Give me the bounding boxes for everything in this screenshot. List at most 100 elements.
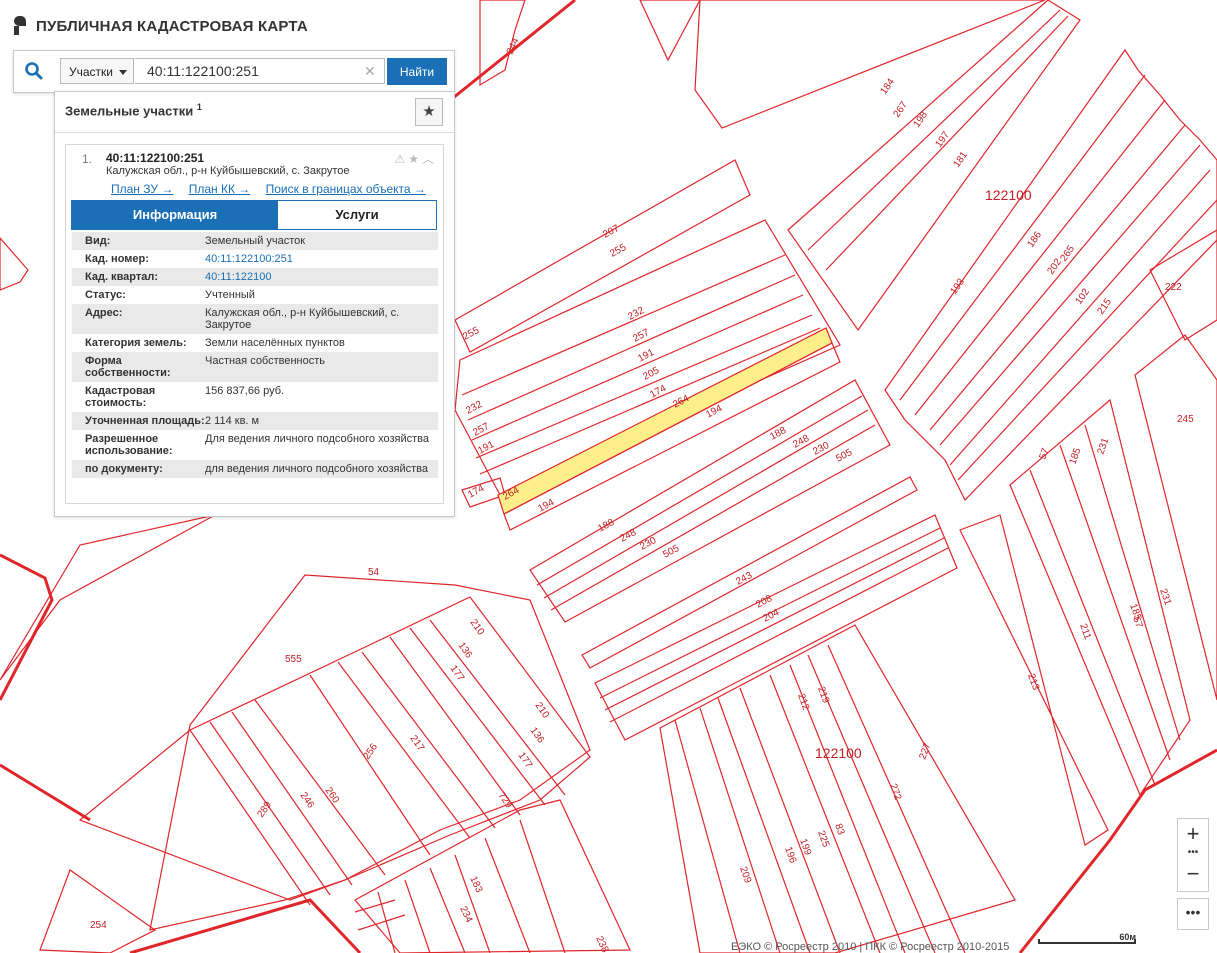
svg-text:193: 193 xyxy=(948,276,967,296)
rosreestr-logo-icon xyxy=(14,16,28,36)
info-row: Кад. номер: 40:11:122100:251 xyxy=(72,250,438,268)
info-value-link[interactable]: 40:11:122100:251 xyxy=(205,253,438,265)
parcel xyxy=(0,237,29,291)
tab-services[interactable]: Услуги xyxy=(278,201,436,229)
info-row: Адрес: Калужская обл., р-н Куйбышевский, … xyxy=(72,304,438,334)
info-key: Кад. номер: xyxy=(85,253,149,265)
parcel xyxy=(78,596,591,901)
parcel-stripes-e xyxy=(1029,424,1181,786)
svg-text:186: 186 xyxy=(1025,229,1044,249)
svg-text:230: 230 xyxy=(811,440,831,458)
info-row: Вид: Земельный участок xyxy=(72,232,438,250)
results-title-text: Земельные участки xyxy=(65,103,194,119)
svg-text:198: 198 xyxy=(911,109,930,129)
svg-text:211: 211 xyxy=(1077,622,1093,641)
svg-text:177: 177 xyxy=(516,750,535,770)
svg-text:136: 136 xyxy=(528,725,547,745)
parcel-stripes-mid2 xyxy=(599,527,949,723)
search-bar: Участки 40:11:122100:251 ✕ Найти xyxy=(13,50,455,93)
svg-text:245: 245 xyxy=(1177,414,1194,425)
search-in-bounds-link[interactable]: Поиск в границах объекта → xyxy=(266,182,426,196)
boundary-line xyxy=(437,0,576,112)
scale-label: 60м xyxy=(1119,932,1136,942)
svg-text:183: 183 xyxy=(467,875,484,895)
more-tools-button[interactable]: ••• xyxy=(1177,898,1209,930)
card-links: План ЗУ → План КК → Поиск в границах объ… xyxy=(111,182,438,196)
search-type-label: Участки xyxy=(69,65,113,79)
info-key: Разрешенное использование: xyxy=(85,433,173,457)
info-key: Статус: xyxy=(85,289,126,301)
clear-icon[interactable]: ✕ xyxy=(364,63,376,80)
info-value: 156 837,66 руб. xyxy=(205,385,285,397)
info-value: Земельный участок xyxy=(205,235,306,247)
parcel-stripes-s xyxy=(354,819,566,953)
svg-text:102: 102 xyxy=(1073,286,1092,306)
svg-text:265: 265 xyxy=(1058,243,1077,263)
search-icon[interactable] xyxy=(24,61,44,81)
result-cad-number: 40:11:122100:251 xyxy=(106,151,205,165)
info-key: Категория земель: xyxy=(85,337,187,349)
parcel xyxy=(354,799,631,953)
parcel xyxy=(503,342,841,531)
app-title: ПУБЛИЧНАЯ КАДАСТРОВАЯ КАРТА xyxy=(36,17,308,35)
info-value: Учтенный xyxy=(205,289,255,301)
svg-text:184: 184 xyxy=(878,76,897,96)
svg-text:222: 222 xyxy=(1165,282,1182,293)
info-key: Адрес: xyxy=(85,307,123,319)
svg-text:181: 181 xyxy=(951,149,970,169)
info-value: Калужская обл., р-н Куйбышевский, с. Зак… xyxy=(205,307,400,331)
card-tools-icons[interactable]: ⚠★︿ xyxy=(394,150,437,167)
app-header: ПУБЛИЧНАЯ КАДАСТРОВАЯ КАРТА xyxy=(14,16,308,36)
favorites-button[interactable]: ★ xyxy=(415,98,443,126)
plan-zu-link[interactable]: План ЗУ → xyxy=(111,182,173,196)
svg-text:289: 289 xyxy=(255,799,274,819)
info-key: Уточненная площадь: xyxy=(85,415,205,427)
info-row: Категория земель: Земли населённых пункто… xyxy=(72,334,438,352)
svg-text:225: 225 xyxy=(815,829,831,849)
parcel xyxy=(694,0,1046,129)
svg-text:243: 243 xyxy=(734,570,754,588)
svg-text:227: 227 xyxy=(917,741,933,761)
svg-text:191: 191 xyxy=(636,347,656,365)
info-value: Земли населённых пунктов xyxy=(205,337,345,349)
parcel xyxy=(639,0,701,62)
svg-text:174: 174 xyxy=(466,483,486,501)
info-row: Кад. квартал: 40:11:122100 xyxy=(72,268,438,286)
svg-text:256: 256 xyxy=(361,741,380,761)
svg-text:83: 83 xyxy=(832,822,846,837)
info-value: Частная собственность xyxy=(205,355,326,367)
svg-text:257: 257 xyxy=(631,327,651,345)
results-count: 1 xyxy=(196,102,202,112)
find-button[interactable]: Найти xyxy=(387,58,447,85)
boundary-line xyxy=(0,553,54,701)
info-row: Разрешенное использование: Для ведения ли… xyxy=(72,430,438,460)
parcel xyxy=(1149,229,1217,341)
divider xyxy=(55,132,454,133)
search-input[interactable]: 40:11:122100:251 xyxy=(135,58,385,84)
info-row: Уточненная площадь: 2 114 кв. м xyxy=(72,412,438,430)
info-table: Вид: Земельный участок Кад. номер: 40:11:12… xyxy=(72,232,438,478)
plan-kk-link[interactable]: План КК → xyxy=(189,182,251,196)
star-icon: ★ xyxy=(422,103,436,120)
svg-text:231: 231 xyxy=(1157,587,1173,607)
svg-text:232: 232 xyxy=(626,305,646,323)
info-value-link[interactable]: 40:11:122100 xyxy=(205,271,438,283)
info-row: по документу: для ведения личного подсобн… xyxy=(72,460,438,478)
info-value: 2 114 кв. м xyxy=(205,415,260,427)
results-title: Земельные участки 1 xyxy=(65,102,202,118)
svg-text:217: 217 xyxy=(408,733,427,753)
info-key: Вид: xyxy=(85,235,111,247)
zoom-in-button[interactable]: + xyxy=(1178,819,1208,849)
search-type-select[interactable]: Участки xyxy=(60,58,134,84)
info-key: Форма собственности: xyxy=(85,355,171,379)
svg-text:174: 174 xyxy=(648,383,668,401)
svg-text:122100: 122100 xyxy=(985,187,1032,203)
parcel xyxy=(1134,334,1217,701)
svg-text:255: 255 xyxy=(461,325,481,343)
tab-information[interactable]: Информация xyxy=(72,201,278,229)
svg-text:244: 244 xyxy=(505,36,522,56)
info-value: Для ведения личного подсобного хозяйства xyxy=(205,433,429,445)
zoom-out-button[interactable]: − xyxy=(1178,859,1208,889)
result-card[interactable]: 1. 40:11:122100:251 Калужская обл., р-н … xyxy=(65,144,444,504)
parcel xyxy=(454,159,751,353)
